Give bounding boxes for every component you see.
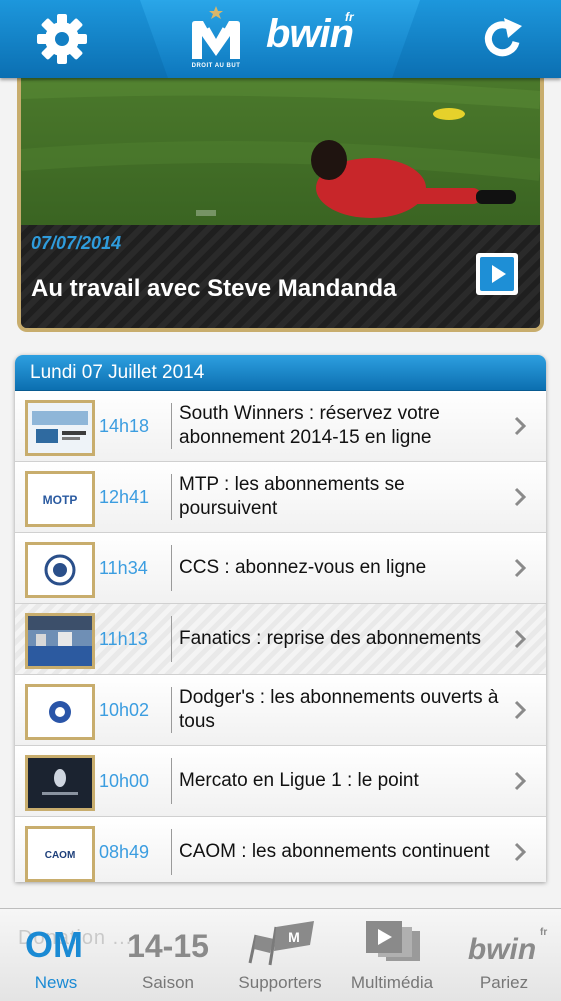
news-title: South Winners : réservez votre abonnemen… — [179, 403, 440, 448]
tab-multimedia[interactable]: Multimédia — [336, 909, 448, 1001]
app-header: DROIT AU BUT bwin fr — [0, 0, 561, 78]
chevron-right-icon — [514, 629, 526, 649]
news-time: 10h02 — [99, 700, 150, 720]
featured-caption-panel: 07/07/2014 Au travail avec Steve Mandand… — [21, 225, 540, 328]
news-row[interactable]: 11h13 Fanatics : reprise des abonnements — [15, 604, 546, 675]
tab-label: Saison — [142, 973, 194, 992]
news-row[interactable]: 10h00 Mercato en Ligue 1 : le point — [15, 746, 546, 817]
news-time: 11h13 — [99, 629, 148, 649]
tab-saison[interactable]: 14-15 Saison — [112, 909, 224, 1001]
news-title: Dodger's : les abonnements ouverts à tou… — [179, 687, 499, 732]
news-row[interactable]: 14h18 South Winners : réservez votre abo… — [15, 391, 546, 462]
news-icon: OM — [25, 924, 83, 965]
svg-text:CAOM: CAOM — [45, 850, 76, 861]
news-row[interactable]: CAOM 08h49 CAOM : les abonnements contin… — [15, 817, 546, 882]
news-row[interactable]: 10h02 Dodger's : les abonnements ouverts… — [15, 675, 546, 746]
sponsor-suffix: fr — [345, 10, 354, 24]
news-title: Fanatics : reprise des abonnements — [179, 628, 482, 649]
svg-text:fr: fr — [540, 927, 547, 938]
svg-text:OM: OM — [25, 924, 83, 965]
svg-text:14-15: 14-15 — [127, 928, 209, 964]
news-time: 10h00 — [99, 771, 150, 791]
row-divider — [171, 403, 172, 449]
gear-icon — [37, 14, 87, 64]
tab-bar: Donation ... OM News 14-15 Saison M Supp… — [0, 908, 561, 1001]
calendar-season-icon: 14-15 — [127, 928, 209, 964]
news-time: 11h34 — [99, 558, 148, 578]
row-divider — [171, 474, 172, 520]
bwin-icon: bwin fr — [468, 927, 547, 966]
row-divider — [171, 829, 172, 875]
news-title: CCS : abonnez-vous en ligne — [179, 557, 427, 578]
svg-text:bwin: bwin — [468, 933, 536, 966]
news-thumbnail: MOTP — [25, 471, 95, 527]
featured-video-card[interactable]: 07/07/2014 Au travail avec Steve Mandand… — [17, 70, 544, 332]
news-title: MTP : les abonnements se poursuivent — [179, 474, 405, 519]
chevron-right-icon — [514, 700, 526, 720]
chevron-right-icon — [514, 416, 526, 436]
tab-label: News — [34, 973, 78, 992]
tab-label: Supporters — [238, 973, 322, 992]
news-thumbnail — [25, 542, 95, 598]
logo-caption: DROIT AU BUT — [191, 63, 241, 69]
news-thumbnail — [25, 755, 95, 811]
tab-label: Pariez — [479, 973, 529, 992]
news-thumbnail: CAOM — [25, 826, 95, 882]
svg-text:MOTP: MOTP — [43, 493, 78, 507]
news-time: 14h18 — [99, 416, 150, 436]
chevron-right-icon — [514, 487, 526, 507]
play-button[interactable] — [476, 253, 518, 295]
news-row[interactable]: MOTP 12h41 MTP : les abonnements se pour… — [15, 462, 546, 533]
news-thumbnail — [25, 684, 95, 740]
news-title: CAOM : les abonnements continuent — [179, 841, 490, 862]
news-time: 08h49 — [99, 842, 150, 862]
news-title: Mercato en Ligue 1 : le point — [179, 770, 419, 791]
settings-button[interactable] — [32, 9, 92, 69]
featured-date: 07/07/2014 — [31, 233, 122, 253]
refresh-button[interactable] — [473, 9, 533, 69]
news-row[interactable]: 11h34 CCS : abonnez-vous en ligne — [15, 533, 546, 604]
chevron-right-icon — [514, 842, 526, 862]
svg-text:M: M — [288, 929, 300, 945]
flags-icon: M — [248, 921, 314, 966]
news-time: 12h41 — [99, 487, 150, 507]
refresh-icon — [484, 18, 522, 57]
video-stack-icon — [366, 921, 420, 961]
featured-title: Au travail avec Steve Mandanda — [31, 275, 397, 302]
row-divider — [171, 758, 172, 804]
tab-supporters[interactable]: M Supporters — [224, 909, 336, 1001]
chevron-right-icon — [514, 558, 526, 578]
row-divider — [171, 616, 172, 662]
news-thumbnail — [25, 400, 95, 456]
tab-pariez[interactable]: bwin fr Pariez — [448, 909, 560, 1001]
featured-image — [21, 70, 540, 225]
play-icon — [492, 265, 506, 283]
news-thumbnail — [25, 613, 95, 669]
row-divider — [171, 545, 172, 591]
row-divider — [171, 687, 172, 733]
sponsor-logo: bwin — [266, 12, 354, 56]
news-list: Lundi 07 Juillet 2014 14h18 South Winner… — [15, 355, 546, 882]
tab-news[interactable]: OM News — [0, 909, 112, 1001]
chevron-right-icon — [514, 771, 526, 791]
tab-label: Multimédia — [350, 973, 434, 992]
news-date-header: Lundi 07 Juillet 2014 — [15, 355, 546, 391]
